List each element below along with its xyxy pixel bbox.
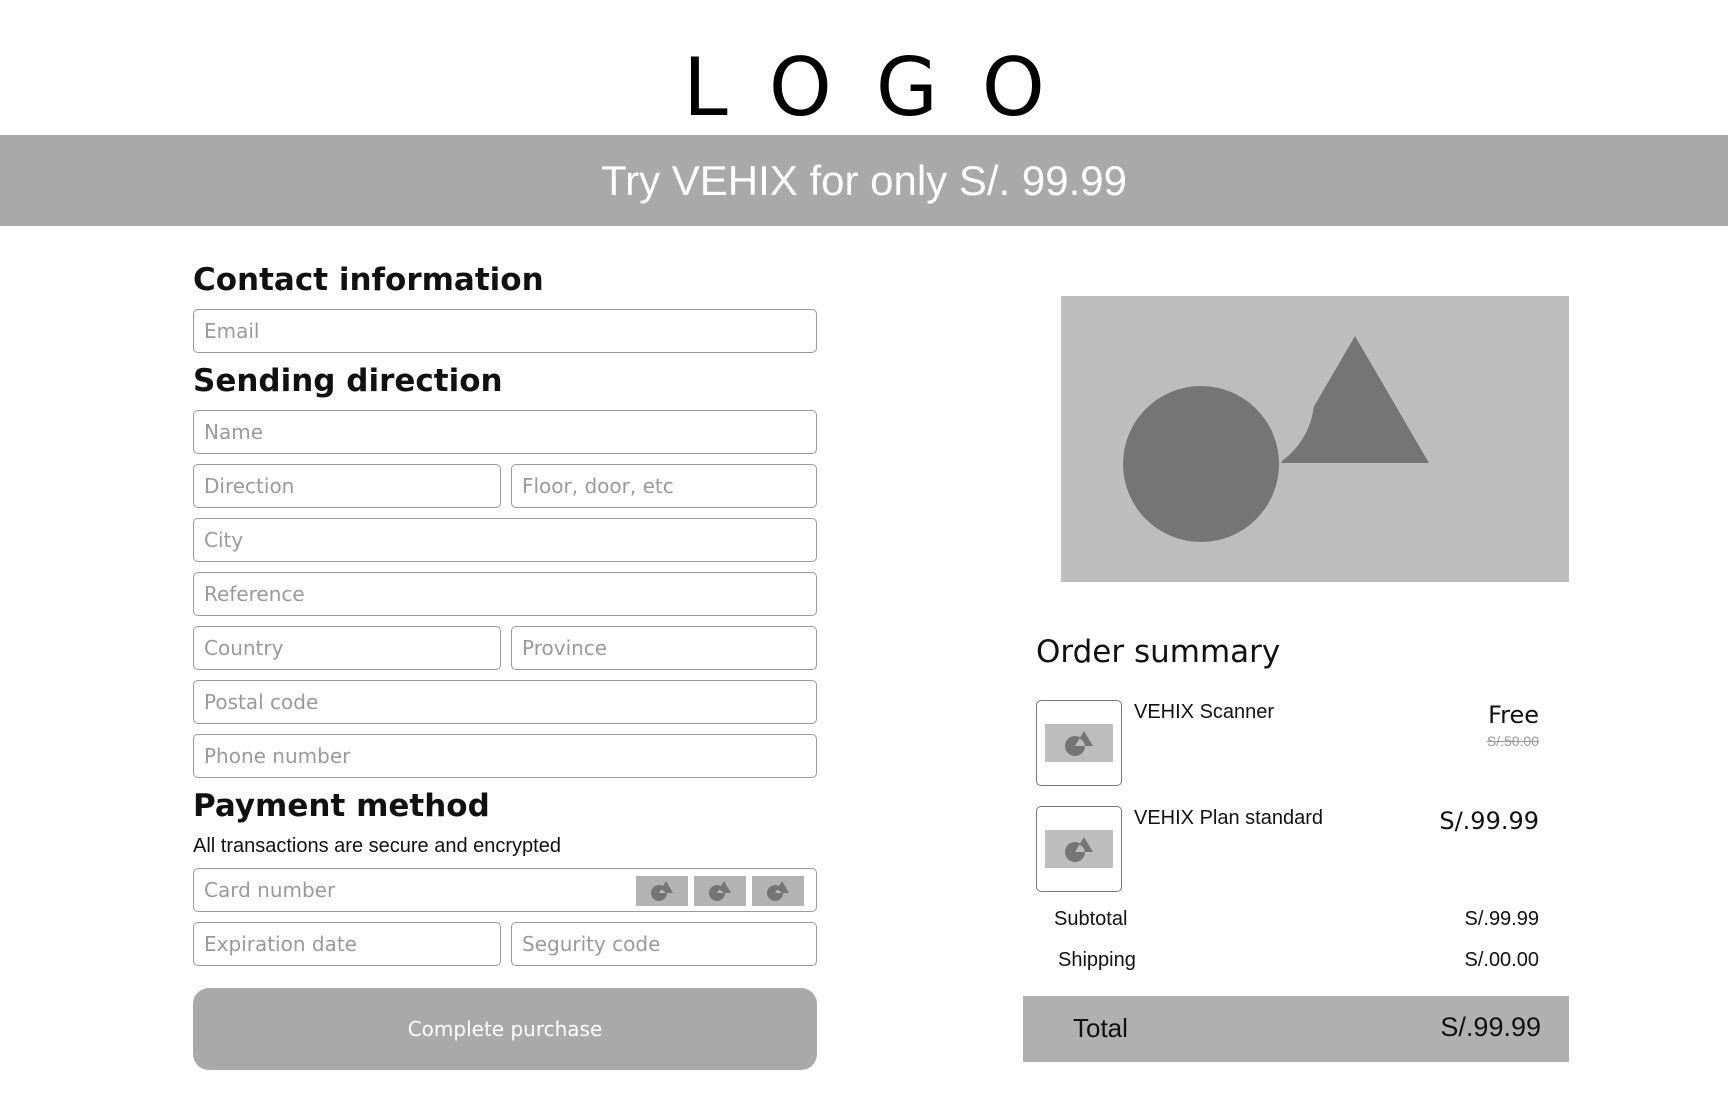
image-placeholder-icon: [651, 881, 673, 901]
card-brand-icon: [752, 876, 804, 906]
shipping-value: S/.00.00: [1464, 949, 1539, 971]
total-bar: Total S/.99.99: [1023, 996, 1569, 1062]
item-price-scanner: Free: [1488, 701, 1539, 729]
image-placeholder-icon: [1123, 336, 1429, 542]
card-brand-icon: [694, 876, 746, 906]
security-code-field[interactable]: Segurity code: [511, 922, 817, 966]
product-thumbnail: [1036, 700, 1122, 786]
city-field[interactable]: City: [193, 518, 817, 562]
product-image: [1061, 296, 1569, 582]
item-price-plan: S/.99.99: [1439, 807, 1539, 835]
payment-heading: Payment method: [193, 788, 490, 824]
province-placeholder: Province: [522, 636, 608, 660]
postal-code-field[interactable]: Postal code: [193, 680, 817, 724]
email-field[interactable]: Email: [193, 309, 817, 353]
item-name-scanner: VEHIX Scanner: [1134, 701, 1275, 723]
product-thumbnail: [1036, 806, 1122, 892]
reference-placeholder: Reference: [204, 582, 305, 606]
email-placeholder: Email: [204, 319, 260, 343]
complete-purchase-label: Complete purchase: [407, 1017, 603, 1041]
shipping-heading: Sending direction: [193, 363, 503, 399]
promo-banner: Try VEHIX for only S/. 99.99: [0, 135, 1728, 226]
postal-code-placeholder: Postal code: [204, 690, 319, 714]
card-brand-icons: [636, 876, 804, 906]
country-placeholder: Country: [204, 636, 284, 660]
contact-heading: Contact information: [193, 262, 544, 298]
image-placeholder-icon: [1065, 731, 1093, 756]
phone-field[interactable]: Phone number: [193, 734, 817, 778]
city-placeholder: City: [204, 528, 244, 552]
item-name-plan: VEHIX Plan standard: [1134, 807, 1323, 829]
order-summary-title: Order summary: [1036, 634, 1281, 670]
name-placeholder: Name: [204, 420, 264, 444]
item-original-price-scanner: S/.50.00: [1486, 733, 1539, 749]
total-value: S/.99.99: [1440, 1012, 1541, 1042]
card-brand-icon: [636, 876, 688, 906]
image-placeholder-icon: [767, 881, 789, 901]
direction-field[interactable]: Direction: [193, 464, 501, 508]
promo-banner-text: Try VEHIX for only S/. 99.99: [601, 156, 1127, 204]
image-placeholder-icon: [1065, 837, 1093, 862]
expiration-date-placeholder: Expiration date: [204, 932, 357, 956]
subtotal-value: S/.99.99: [1464, 908, 1539, 930]
name-field[interactable]: Name: [193, 410, 817, 454]
card-number-field[interactable]: Card number: [193, 868, 817, 912]
country-field[interactable]: Country: [193, 626, 501, 670]
reference-field[interactable]: Reference: [193, 572, 817, 616]
image-placeholder-icon: [709, 881, 731, 901]
direction-placeholder: Direction: [204, 474, 295, 498]
expiration-date-field[interactable]: Expiration date: [193, 922, 501, 966]
phone-placeholder: Phone number: [204, 744, 351, 768]
shipping-label: Shipping: [1058, 949, 1136, 971]
security-code-placeholder: Segurity code: [522, 932, 661, 956]
logo: LOGO: [683, 41, 1089, 134]
total-label: Total: [1073, 1013, 1128, 1043]
card-number-placeholder: Card number: [204, 878, 336, 902]
floor-field[interactable]: Floor, door, etc: [511, 464, 817, 508]
payment-secure-note: All transactions are secure and encrypte…: [193, 835, 561, 857]
floor-placeholder: Floor, door, etc: [522, 474, 674, 498]
province-field[interactable]: Province: [511, 626, 817, 670]
complete-purchase-button[interactable]: Complete purchase: [193, 988, 817, 1070]
subtotal-label: Subtotal: [1054, 908, 1128, 930]
